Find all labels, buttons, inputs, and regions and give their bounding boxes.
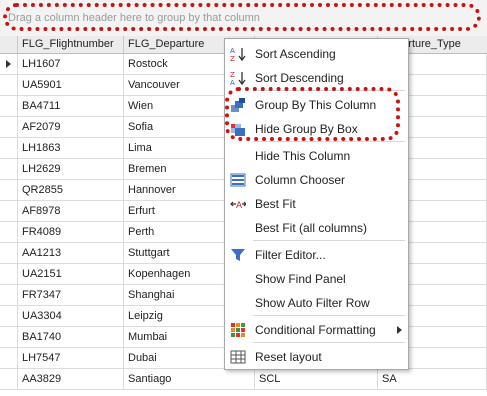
cell-flightnumber[interactable]: LH2629	[18, 159, 124, 179]
current-row-arrow-icon	[6, 60, 11, 68]
menu-item-column-chooser[interactable]: Column Chooser	[225, 168, 408, 192]
menu-item-sort-ascending[interactable]: AZ Sort Ascending	[225, 42, 408, 66]
cell-flightnumber[interactable]: UA5901	[18, 75, 124, 95]
cell-flightnumber[interactable]: LH1607	[18, 54, 124, 74]
table-row[interactable]: AA3829 Santiago SCL SA	[0, 369, 487, 390]
group-panel-highlight	[3, 3, 481, 31]
svg-text:A: A	[236, 201, 243, 211]
row-indicator[interactable]	[0, 96, 18, 116]
menu-separator	[253, 342, 405, 343]
sort-descending-icon: ZA	[230, 70, 246, 87]
row-indicator[interactable]	[0, 117, 18, 137]
menu-item-hide-column[interactable]: Hide This Column	[225, 144, 408, 168]
cell-departure-type[interactable]: SA	[378, 369, 487, 389]
cell-flightnumber[interactable]: BA4711	[18, 96, 124, 116]
menu-item-conditional-formatting[interactable]: Conditional Formatting	[225, 318, 408, 342]
row-indicator[interactable]	[0, 138, 18, 158]
row-indicator[interactable]	[0, 159, 18, 179]
filter-icon	[230, 247, 246, 263]
cell-flightnumber[interactable]: LH7547	[18, 348, 124, 368]
row-indicator[interactable]	[0, 348, 18, 368]
cell-flightnumber[interactable]: AA3829	[18, 369, 124, 389]
cell-flightnumber[interactable]: LH1863	[18, 138, 124, 158]
cell-flightnumber[interactable]: UA2151	[18, 264, 124, 284]
menu-separator	[253, 240, 405, 241]
column-chooser-icon	[230, 172, 246, 188]
menu-item-show-auto-filter-row[interactable]: Show Auto Filter Row	[225, 291, 408, 315]
row-indicator[interactable]	[0, 243, 18, 263]
menu-separator	[253, 141, 405, 142]
row-indicator[interactable]	[0, 201, 18, 221]
row-indicator[interactable]	[0, 285, 18, 305]
cell-flightnumber[interactable]: BA1740	[18, 327, 124, 347]
cell-flightnumber[interactable]: AF2079	[18, 117, 124, 137]
reset-layout-icon	[230, 349, 246, 365]
row-indicator[interactable]	[0, 54, 18, 74]
sort-ascending-icon: AZ	[230, 46, 246, 63]
cell-flightnumber[interactable]: UA3304	[18, 306, 124, 326]
cell-flightnumber[interactable]: AF8978	[18, 201, 124, 221]
menu-items-highlight	[225, 87, 400, 141]
cell-flightnumber[interactable]: FR7347	[18, 285, 124, 305]
menu-item-best-fit[interactable]: A Best Fit	[225, 192, 408, 216]
menu-separator	[253, 315, 405, 316]
cell-flightnumber[interactable]: QR2855	[18, 180, 124, 200]
row-indicator[interactable]	[0, 180, 18, 200]
svg-text:A: A	[230, 79, 235, 86]
row-indicator[interactable]	[0, 264, 18, 284]
best-fit-icon: A	[230, 196, 247, 212]
menu-item-best-fit-all[interactable]: Best Fit (all columns)	[225, 216, 408, 240]
column-header-flightnumber[interactable]: FLG_Flightnumber	[18, 36, 124, 54]
indicator-header	[0, 36, 18, 54]
menu-item-reset-layout[interactable]: Reset layout	[225, 345, 408, 369]
menu-item-filter-editor[interactable]: Filter Editor...	[225, 243, 408, 267]
svg-text:A: A	[230, 47, 235, 55]
conditional-formatting-icon	[230, 322, 246, 338]
cell-code[interactable]: SCL	[255, 369, 378, 389]
row-indicator[interactable]	[0, 369, 18, 389]
row-indicator[interactable]	[0, 327, 18, 347]
svg-text:Z: Z	[230, 71, 235, 79]
cell-departure[interactable]: Santiago	[124, 369, 255, 389]
submenu-arrow-icon	[397, 326, 402, 334]
cell-flightnumber[interactable]: AA1213	[18, 243, 124, 263]
cell-flightnumber[interactable]: FR4089	[18, 222, 124, 242]
svg-text:Z: Z	[230, 55, 235, 62]
menu-item-show-find-panel[interactable]: Show Find Panel	[225, 267, 408, 291]
row-indicator[interactable]	[0, 222, 18, 242]
row-indicator[interactable]	[0, 306, 18, 326]
row-indicator[interactable]	[0, 75, 18, 95]
